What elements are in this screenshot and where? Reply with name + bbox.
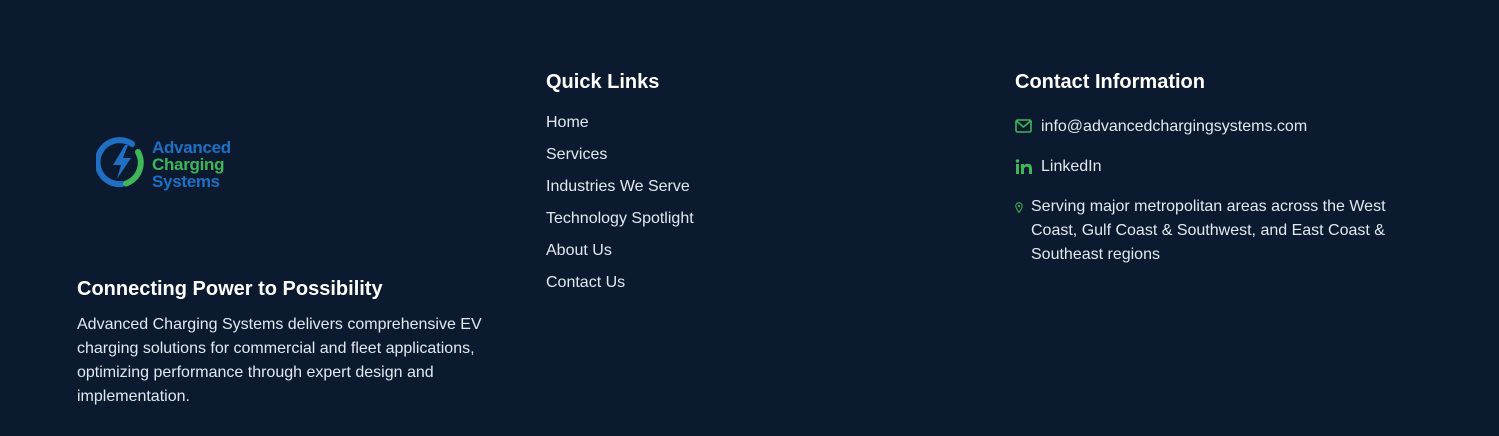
logo-word-charging: Charging: [152, 155, 225, 174]
contact-location-text: Serving major metropolitan areas across …: [1031, 198, 1386, 263]
brand-tagline: Connecting Power to Possibility: [77, 278, 383, 300]
mail-icon: [1015, 119, 1032, 133]
linkedin-icon: [1015, 159, 1033, 175]
lightning-charge-icon: [96, 137, 144, 188]
contact-email-row[interactable]: info@advancedchargingsystems.com: [1015, 115, 1435, 139]
company-logo[interactable]: Advanced Charging Systems: [96, 136, 276, 196]
logo-wordmark: Advanced Charging Systems: [152, 139, 231, 190]
logo-word-systems: Systems: [152, 172, 220, 191]
site-footer: Advanced Charging Systems Connecting Pow…: [0, 0, 1499, 436]
link-services[interactable]: Services: [546, 145, 846, 177]
contact-column: Contact Information info@advancedchargin…: [1015, 70, 1435, 267]
quick-links-heading: Quick Links: [546, 71, 660, 93]
contact-email-text[interactable]: info@advancedchargingsystems.com: [1041, 118, 1307, 135]
link-about-us[interactable]: About Us: [546, 241, 846, 273]
link-home[interactable]: Home: [546, 113, 846, 145]
contact-linkedin-row[interactable]: LinkedIn: [1015, 155, 1435, 179]
map-pin-icon: [1015, 202, 1023, 213]
link-technology-spotlight[interactable]: Technology Spotlight: [546, 209, 846, 241]
link-industries[interactable]: Industries We Serve: [546, 177, 846, 209]
quick-links-column: Quick Links Home Services Industries We …: [546, 70, 846, 305]
logo-word-advanced: Advanced: [152, 138, 231, 157]
contact-heading: Contact Information: [1015, 71, 1205, 93]
quick-links-list: Home Services Industries We Serve Techno…: [546, 113, 846, 305]
link-contact-us[interactable]: Contact Us: [546, 273, 846, 305]
brand-description: Advanced Charging Systems delivers compr…: [77, 316, 482, 405]
contact-linkedin-text[interactable]: LinkedIn: [1041, 158, 1102, 175]
contact-location-row: Serving major metropolitan areas across …: [1015, 195, 1426, 267]
